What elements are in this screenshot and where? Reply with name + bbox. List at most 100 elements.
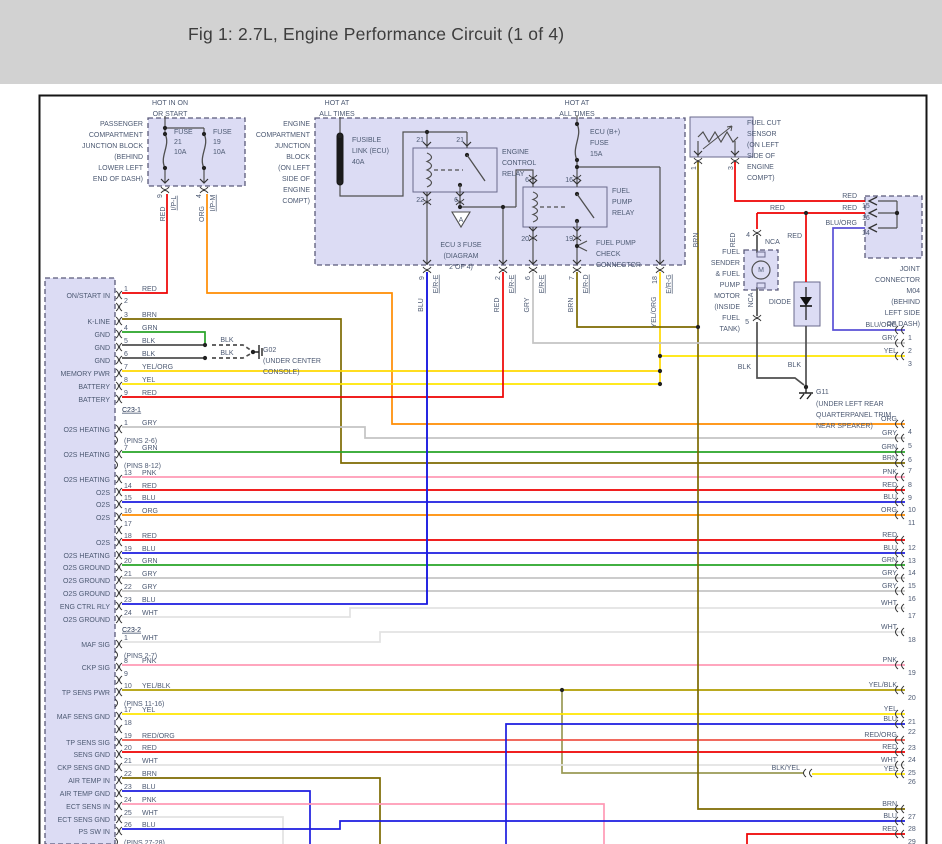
label: MAF SIG [81,642,110,649]
label: 2 [908,348,912,355]
label: AIR TEMP GND [60,791,110,798]
label: GRY [882,335,897,342]
pin-break-icon [116,640,122,648]
motor-terminal [757,283,765,288]
label: PS SW IN [78,829,110,836]
pin-break-icon [116,576,122,584]
label: GND [94,345,110,352]
junction-dot [804,211,808,215]
label: (BEHIND [891,299,920,306]
label: WHT [142,810,159,817]
label: 15 [862,203,870,210]
wire-blk [757,322,804,385]
label: TP SENS SIG [66,740,110,747]
label: 7 [569,276,576,280]
label: COMPARTMENT [256,132,311,139]
pin-break-icon [200,187,208,193]
label: GRN [881,444,897,451]
label: FUEL PUMP [596,240,636,247]
label: CONTROL [502,160,536,167]
wire-wht [122,632,905,642]
label: ECU (B+) [590,129,620,136]
junction-dot [203,356,207,360]
motor-terminal [757,252,765,257]
label: GRY [142,420,157,427]
label: O2S [96,540,110,547]
label: 5 [745,319,749,326]
label: 1 [124,635,128,642]
label: K-LINE [87,319,110,326]
wire-blu [506,724,905,844]
label: 20 [124,745,132,752]
junction-dot [458,205,462,209]
label: QUARTERPANEL TRIM, [816,412,893,419]
label: ALL TIMES [559,111,595,118]
label: RED/ORG [142,733,175,740]
label: JOINT [900,266,921,273]
label: RED [882,744,897,751]
label: 9 [124,671,128,678]
label: BRN [693,233,700,248]
label: BLU/ORG [825,220,857,227]
label: YEL/ORG [142,364,173,371]
label: (UNDER CENTER [263,358,321,365]
label: 4 [196,194,203,198]
label: 26 [908,779,916,786]
label: GRN [881,557,897,564]
label: 27 [908,814,916,821]
pin-break-icon [116,776,122,784]
joint-connector-m04 [865,196,922,258]
label: 21 [908,719,916,726]
wire-wht [122,608,905,617]
label: BRN [882,455,897,462]
label: YEL/ORG [651,296,658,327]
label: BLU [883,813,897,820]
label: O2S GROUND [63,565,110,572]
label: O2S GROUND [63,591,110,598]
label: ENGINE [283,187,310,194]
label: BRN [142,312,157,319]
label: 1 [124,420,128,427]
label: O2S [96,502,110,509]
label: 8 [124,658,128,665]
label: 21 [456,137,464,144]
pin-break-icon [116,551,122,559]
pin-break-icon [116,356,122,364]
label: COMPARTMENT [89,132,144,139]
label: WHT [881,757,898,764]
label: BLU [883,545,897,552]
label: FUEL [612,188,630,195]
label: RED [142,533,157,540]
label: SENDER [711,260,740,267]
label: BRN [142,771,157,778]
label: CONNECTOR [875,277,920,284]
label: E/R-E [509,274,516,293]
label: 19 [124,546,132,553]
label: 15A [590,151,603,158]
label: 1 [908,335,912,342]
label: GRY [142,584,157,591]
label: CKP SIG [82,665,110,672]
pin-break-icon [116,526,122,534]
label: FUEL [722,249,740,256]
label: YEL/BLK [869,682,898,689]
label: 2 [124,298,128,305]
label: RED [882,532,897,539]
label: TP SENS PWR [62,690,110,697]
label: M04 [906,288,920,295]
label: 1 [691,166,698,170]
label: O2S [96,515,110,522]
label: O2S HEATING [63,427,110,434]
label: PUMP [720,282,741,289]
label: SIDE OF [282,176,310,183]
label: (DIAGRAM [444,253,479,260]
label: JUNCTION BLOCK [82,143,143,150]
label: GRY [882,570,897,577]
label: BRN [882,801,897,808]
label: O2S GROUND [63,578,110,585]
junction-dot [338,134,342,138]
label: BLK [738,364,752,371]
junction-dot [895,211,899,215]
label: SENS GND [73,752,110,759]
label: BLK [220,350,234,357]
